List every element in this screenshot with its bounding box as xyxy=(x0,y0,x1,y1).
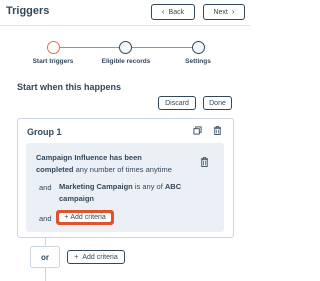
step-connector xyxy=(132,47,192,48)
step-label-settings[interactable]: Settings xyxy=(185,58,211,65)
criteria-value: ABC xyxy=(164,182,182,191)
trigger-group-card: Group 1 Campaign Influence has been comp… xyxy=(17,118,234,238)
clone-icon[interactable] xyxy=(193,126,202,135)
criteria-box: Campaign Influence has been completed an… xyxy=(26,143,224,232)
done-button[interactable]: Done xyxy=(203,96,232,110)
criteria-frequency: any number of times anytime xyxy=(73,165,172,174)
add-criteria-group-label: Add criteria xyxy=(82,253,118,261)
progress-stepper: Start triggers Eligible records Settings xyxy=(0,32,250,72)
header-bar: Triggers ‹ Back Next › xyxy=(0,0,250,26)
step-dot-settings[interactable] xyxy=(192,41,205,54)
or-group-button[interactable]: or xyxy=(30,246,60,268)
chevron-right-icon: › xyxy=(231,7,235,16)
criteria-property-name: Marketing Campaign xyxy=(59,182,133,191)
add-criteria-button[interactable]: + Add criteria xyxy=(59,213,111,222)
criteria-line-2: completed any number of times anytime xyxy=(36,164,172,176)
and-label: and xyxy=(39,183,52,192)
page-title: Triggers xyxy=(6,5,50,17)
criteria-operator: is any of xyxy=(132,182,165,191)
trash-icon[interactable] xyxy=(200,157,209,167)
step-dot-eligible-records[interactable] xyxy=(119,41,132,54)
step-dot-start-triggers[interactable] xyxy=(47,41,60,54)
back-button[interactable]: ‹ Back xyxy=(151,4,195,20)
plus-icon: + xyxy=(74,253,79,261)
add-criteria-group-button[interactable]: + Add criteria xyxy=(67,250,125,264)
back-button-label: Back xyxy=(168,8,185,16)
criteria-event-name: Campaign Influence has been xyxy=(36,153,142,162)
next-button-label: Next xyxy=(213,8,228,16)
criteria-event-status: completed xyxy=(36,165,74,174)
section-heading: Start when this happens xyxy=(17,82,122,92)
group-title: Group 1 xyxy=(27,127,62,137)
criteria-line-1: Campaign Influence has been xyxy=(36,152,142,164)
step-connector xyxy=(60,47,119,48)
criteria-line-4: campaign xyxy=(59,193,94,205)
criteria-line-3: Marketing Campaign is any of ABC xyxy=(59,181,181,193)
criteria-value-cont: campaign xyxy=(59,194,95,203)
trash-icon[interactable] xyxy=(213,126,222,135)
add-criteria-button-highlighted[interactable]: + Add criteria xyxy=(56,210,114,225)
chevron-left-icon: ‹ xyxy=(161,7,165,16)
discard-button[interactable]: Discard xyxy=(158,96,196,110)
step-label-start-triggers[interactable]: Start triggers xyxy=(33,58,74,65)
step-label-eligible-records[interactable]: Eligible records xyxy=(102,58,151,65)
and-label: and xyxy=(39,214,52,223)
plus-icon: + xyxy=(64,214,69,221)
add-criteria-label: Add criteria xyxy=(70,214,106,221)
next-button[interactable]: Next › xyxy=(203,4,245,20)
